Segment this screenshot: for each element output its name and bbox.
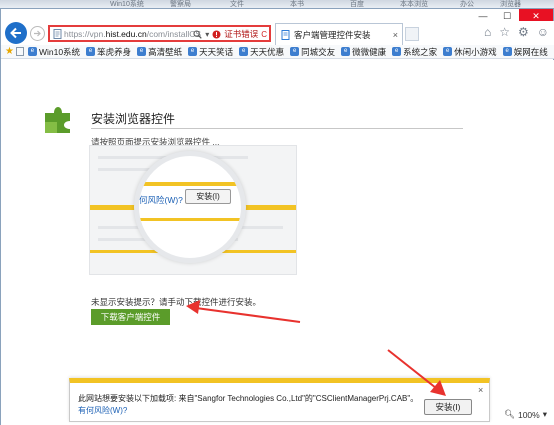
ie-icon: e — [137, 47, 147, 56]
favorite-item[interactable]: e 天天笑话 — [188, 46, 233, 58]
ie-icon: e — [502, 47, 512, 56]
tab-title: 客户端管理控件安装 — [294, 29, 371, 40]
zoom-magnifier-icon: 🔍︎ — [504, 409, 515, 419]
os-taskbar-strip: Win10系统 警察局 文件 本书 百度 本本浏览 办公 浏览器 — [0, 0, 554, 8]
dropdown-icon[interactable]: ▾ — [205, 30, 209, 39]
tab-page-icon — [281, 29, 290, 40]
magnified-yellow-bar — [139, 218, 241, 221]
strip-item: 办公 — [460, 1, 474, 8]
back-button[interactable] — [5, 22, 27, 44]
install-illustration: 何风险(W)? 安装(I) — [89, 145, 297, 275]
cert-error-label[interactable]: 证书错误 — [224, 28, 258, 40]
favorite-item[interactable]: e 天天优惠 — [239, 46, 284, 58]
magnified-yellow-bar — [139, 182, 241, 186]
home-icon[interactable]: ⌂ — [484, 25, 491, 39]
favorite-item[interactable]: e 休闲小游戏 — [443, 46, 497, 58]
manual-install-hint: 未显示安装提示？请手动下载控件进行安装。 — [91, 297, 262, 307]
address-bar[interactable]: https://vpn.hist.edu.cn/com/installCS ▾ … — [48, 25, 271, 42]
install-addon-button[interactable]: 安装(I) — [424, 399, 472, 415]
ie-icon: e — [27, 47, 37, 56]
url-text[interactable]: https://vpn.hist.edu.cn/com/installCS — [64, 29, 201, 39]
forward-arrow-icon — [34, 30, 41, 37]
back-arrow-icon — [10, 27, 21, 39]
favorite-item[interactable]: e 高清壁纸 — [137, 46, 182, 58]
favorite-item[interactable]: e 系统之家 — [392, 46, 437, 58]
notification-message: 此网站想要安装以下加载项: 来自"Sangfor Technologies Co… — [78, 394, 419, 403]
page-title: 安装浏览器控件 — [91, 112, 176, 126]
right-toolbar: ⌂ ☆ ⚙ ☺ — [484, 25, 549, 39]
magnified-risk-link: 何风险(W)? — [139, 195, 183, 205]
favorite-item[interactable]: e 同城交友 — [290, 46, 335, 58]
strip-item: 文件 — [230, 1, 244, 8]
address-tools: ▾ 证书错误 C — [193, 28, 267, 40]
ie-icon: e — [86, 47, 96, 56]
favorites-bar: ★ e Win10系统 e 笨虎养身 e 高清壁纸 e 天天笑话 e 天天优惠 e 同城交友… — [1, 45, 554, 59]
zoom-control[interactable]: 🔍︎ 100% ▾ — [504, 409, 547, 420]
favorite-item[interactable]: e 娱网在线 — [502, 46, 548, 58]
refresh-icon[interactable]: C — [261, 30, 267, 39]
title-divider — [91, 128, 463, 129]
download-client-button[interactable]: 下载客户端控件 — [91, 309, 170, 325]
strip-item: 警察局 — [170, 1, 191, 8]
zoom-level: 100% — [517, 409, 540, 420]
ie-icon: e — [392, 47, 402, 56]
notification-close-icon[interactable]: × — [478, 385, 483, 395]
strip-item: Win10系统 — [110, 1, 144, 8]
strip-item: 浏览器 — [500, 1, 521, 8]
tab-close-icon[interactable]: × — [393, 30, 398, 40]
ie-icon: e — [188, 47, 198, 56]
browser-window: — ☐ ✕ https://vpn.hist.edu.cn/com/instal… — [0, 8, 554, 425]
star-icon[interactable]: ☆ — [499, 25, 510, 39]
favorite-item[interactable]: e 微微健康 — [341, 46, 386, 58]
warning-shield-icon[interactable] — [212, 30, 221, 39]
strip-item: 本书 — [290, 1, 304, 8]
ie-icon: e — [443, 47, 453, 56]
strip-item: 本本浏览 — [400, 1, 428, 8]
browser-tab[interactable]: 客户端管理控件安装 × — [275, 23, 403, 45]
strip-item: 百度 — [350, 1, 364, 8]
smile-icon[interactable]: ☺ — [537, 25, 549, 39]
magnified-install-button: 安装(I) — [185, 189, 231, 204]
page-icon — [53, 28, 62, 39]
gear-icon[interactable]: ⚙ — [518, 25, 529, 39]
favorite-item[interactable]: e 笨虎养身 — [86, 46, 131, 58]
magnifier-circle: 何风险(W)? 安装(I) — [134, 151, 246, 263]
ie-icon: e — [239, 47, 249, 56]
new-tab-button[interactable] — [405, 27, 419, 41]
forward-button[interactable] — [30, 26, 45, 41]
ie-icon: e — [290, 47, 300, 56]
chevron-down-icon: ▾ — [542, 409, 547, 419]
add-favorite-icon[interactable] — [15, 47, 24, 56]
favorite-item[interactable]: e Win10系统 — [27, 46, 80, 58]
risk-link[interactable]: 有何风险(W)? — [78, 405, 127, 416]
page-content: 安装浏览器控件 请按照页面提示安装浏览器控件 ... 何风险(W)? 安装(I)… — [1, 60, 554, 425]
favorites-star-icon[interactable]: ★ — [5, 46, 14, 57]
puzzle-plugin-icon — [45, 107, 70, 133]
ie-icon: e — [341, 47, 351, 56]
search-icon[interactable] — [193, 29, 202, 39]
addon-notification-bar: 此网站想要安装以下加载项: 来自"Sangfor Technologies Co… — [69, 378, 490, 422]
navigation-row: https://vpn.hist.edu.cn/com/installCS ▾ … — [1, 21, 554, 45]
